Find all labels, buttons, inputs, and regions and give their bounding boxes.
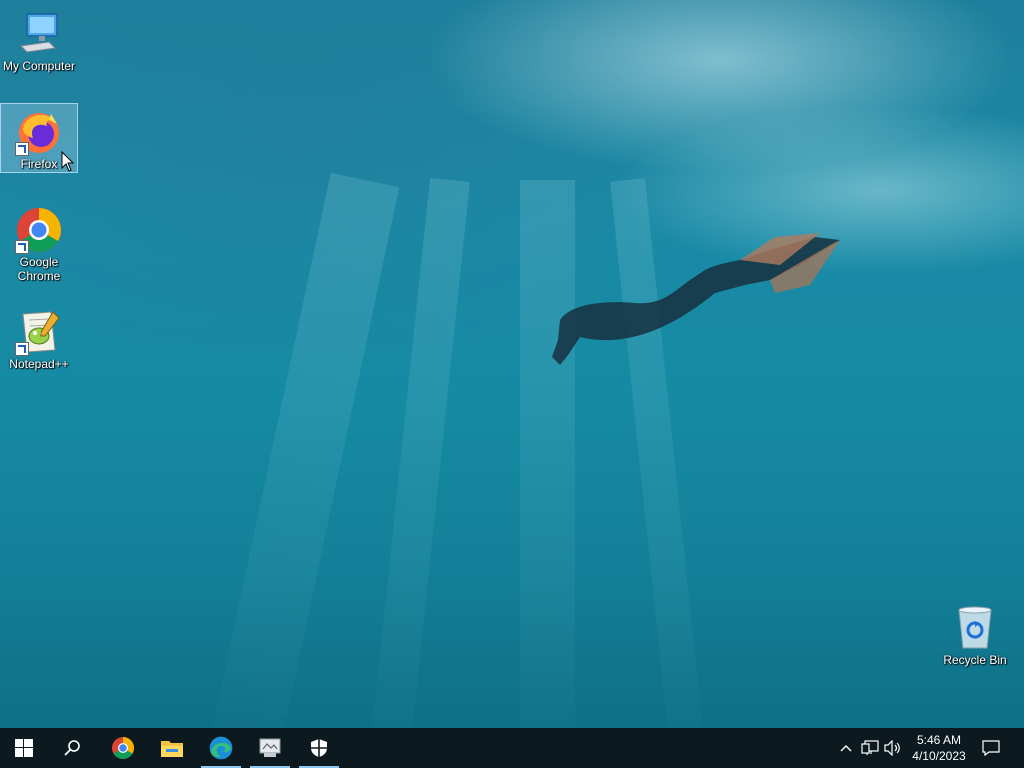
desktop-icon-recycle-bin[interactable]: Recycle Bin: [937, 600, 1013, 668]
desktop-icon-label: Recycle Bin: [943, 653, 1007, 667]
taskbar-file-explorer-button[interactable]: [148, 728, 196, 768]
diver-silhouette: [552, 233, 840, 365]
network-status-button[interactable]: [860, 738, 880, 758]
action-center-button[interactable]: [981, 738, 1001, 758]
computer-icon: [15, 10, 63, 58]
notification-icon: [982, 740, 1000, 756]
light-ray: [201, 172, 400, 728]
taskbar-app-button[interactable]: [246, 728, 294, 768]
clock-time: 5:46 AM: [916, 733, 962, 747]
desktop-icon-notepad-plus-plus[interactable]: Notepad++: [1, 304, 77, 372]
clock-date: 4/10/2023: [912, 749, 966, 763]
windows-logo-icon: [15, 739, 33, 757]
shortcut-arrow-icon: [15, 142, 29, 156]
show-hidden-icons-button[interactable]: [836, 738, 856, 758]
taskbar-edge-button[interactable]: [197, 728, 245, 768]
search-button[interactable]: [48, 728, 96, 768]
taskbar-security-button[interactable]: [295, 728, 343, 768]
recycle-bin-icon: [951, 604, 999, 652]
desktop-icon-label: Notepad++: [9, 357, 69, 371]
folder-icon: [161, 741, 183, 757]
chevron-up-icon: [840, 745, 852, 752]
network-icon: [861, 740, 879, 755]
desktop-icon-label: Google Chrome: [17, 255, 61, 283]
system-clock[interactable]: 5:46 AM 4/10/2023: [900, 732, 978, 764]
taskbar-chrome-button[interactable]: [99, 728, 147, 768]
start-button[interactable]: [0, 728, 48, 768]
search-icon: [64, 740, 80, 756]
desktop-icon-label: My Computer: [2, 59, 76, 73]
mouse-cursor-icon: [61, 151, 75, 172]
firefox-icon: [15, 108, 63, 156]
desktop-icon-my-computer[interactable]: My Computer: [1, 6, 77, 74]
shortcut-arrow-icon: [15, 240, 29, 254]
notepad-plus-plus-icon: [15, 308, 63, 356]
taskbar: 5:46 AM 4/10/2023: [0, 728, 1024, 768]
shield-icon: [311, 739, 327, 757]
chrome-icon: [112, 737, 134, 759]
desktop-icon-google-chrome[interactable]: Google Chrome: [1, 202, 77, 286]
chrome-icon: [15, 206, 63, 254]
shortcut-arrow-icon: [15, 342, 29, 356]
app-window-icon: [259, 738, 281, 757]
desktop-wallpaper[interactable]: My Computer Firefox Google Chrome Notepa…: [0, 0, 1024, 728]
edge-icon: [209, 736, 233, 760]
